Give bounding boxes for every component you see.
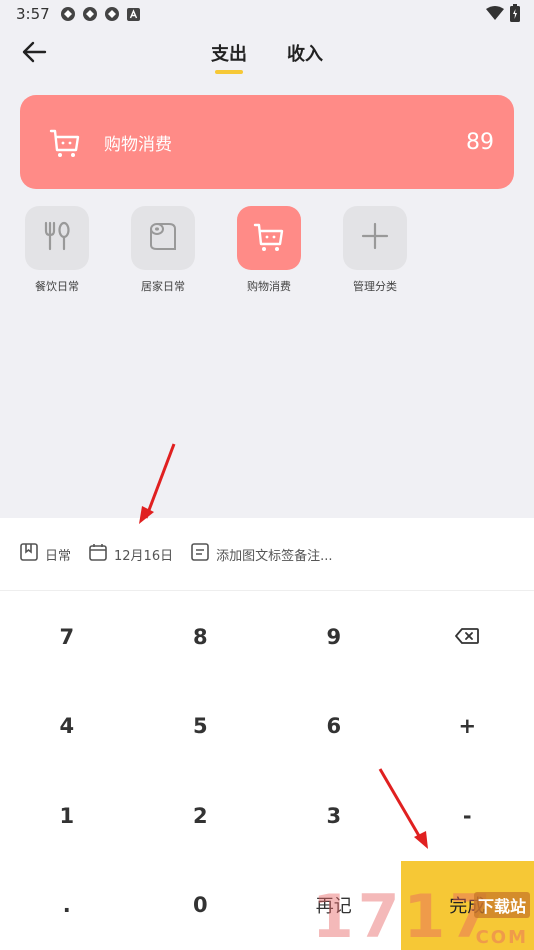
header: 支出 收入 (0, 30, 534, 80)
status-left-icons (60, 6, 142, 22)
done-button[interactable]: 完成 (400, 860, 534, 950)
selected-category-card: 购物消费 89 (20, 95, 514, 189)
note-input[interactable]: 添加图文标签备注... (191, 543, 333, 565)
tab-expense[interactable]: 支出 (211, 40, 247, 72)
font-icon (126, 6, 142, 22)
meta-row: 日常 12月16日 添加图文标签备注... (0, 518, 534, 591)
status-time: 3:57 (16, 5, 50, 23)
key-minus[interactable]: - (401, 771, 534, 861)
date-label: 12月16日 (114, 548, 174, 564)
key-plus[interactable]: + (401, 682, 534, 772)
amount-display: 89 (466, 129, 494, 155)
selected-category-name: 购物消费 (104, 134, 172, 155)
category-dining[interactable]: 餐饮日常 (24, 206, 90, 294)
keypad: 7 8 9 4 5 6 + 1 2 3 - . 0 再记 完成 (0, 592, 534, 950)
annotation-arrow-date (139, 443, 176, 524)
category-label: 管理分类 (353, 280, 397, 293)
calendar-icon (89, 543, 114, 565)
plus-icon (361, 222, 389, 254)
category-label: 购物消费 (247, 280, 291, 293)
key-dot[interactable]: . (0, 861, 134, 950)
shopping-cart-icon (48, 125, 82, 159)
date-selector[interactable]: 12月16日 (89, 543, 173, 565)
key-5[interactable]: 5 (134, 682, 268, 772)
key-6[interactable]: 6 (267, 682, 401, 772)
key-0[interactable]: 0 (134, 861, 268, 950)
record-again-button[interactable]: 再记 (267, 861, 401, 950)
key-3[interactable]: 3 (267, 771, 401, 861)
sync-icon (104, 6, 120, 22)
category-label: 居家日常 (141, 280, 185, 293)
key-7[interactable]: 7 (0, 592, 134, 682)
sync-icon (82, 6, 98, 22)
status-bar: 3:57 (0, 0, 534, 28)
book-label: 日常 (45, 548, 72, 564)
key-1[interactable]: 1 (0, 771, 134, 861)
battery-icon (510, 4, 520, 26)
key-8[interactable]: 8 (134, 592, 268, 682)
category-home[interactable]: 居家日常 (130, 206, 196, 294)
sync-icon (60, 6, 76, 22)
shopping-cart-icon (252, 219, 286, 257)
tab-income[interactable]: 收入 (287, 40, 323, 72)
backspace-button[interactable] (401, 592, 534, 682)
category-manage[interactable]: 管理分类 (342, 206, 408, 294)
input-sheet: 日常 12月16日 添加图文标签备注... 7 8 9 4 5 6 + 1 2 (0, 518, 534, 950)
key-9[interactable]: 9 (267, 592, 401, 682)
backspace-icon (455, 625, 480, 649)
book-selector[interactable]: 日常 (20, 543, 71, 565)
bookmark-icon (20, 543, 45, 565)
key-2[interactable]: 2 (134, 771, 268, 861)
tab-bar: 支出 收入 (0, 40, 534, 72)
toilet-paper-icon (146, 219, 180, 257)
category-grid: 餐饮日常 居家日常 购物消费 管理分类 (24, 206, 408, 294)
note-icon (191, 543, 216, 565)
wifi-icon (486, 6, 504, 24)
fork-spoon-icon (40, 219, 74, 257)
key-4[interactable]: 4 (0, 682, 134, 772)
status-right-icons (486, 4, 520, 26)
category-shopping[interactable]: 购物消费 (236, 206, 302, 294)
category-label: 餐饮日常 (35, 280, 79, 293)
note-placeholder: 添加图文标签备注... (216, 548, 333, 564)
